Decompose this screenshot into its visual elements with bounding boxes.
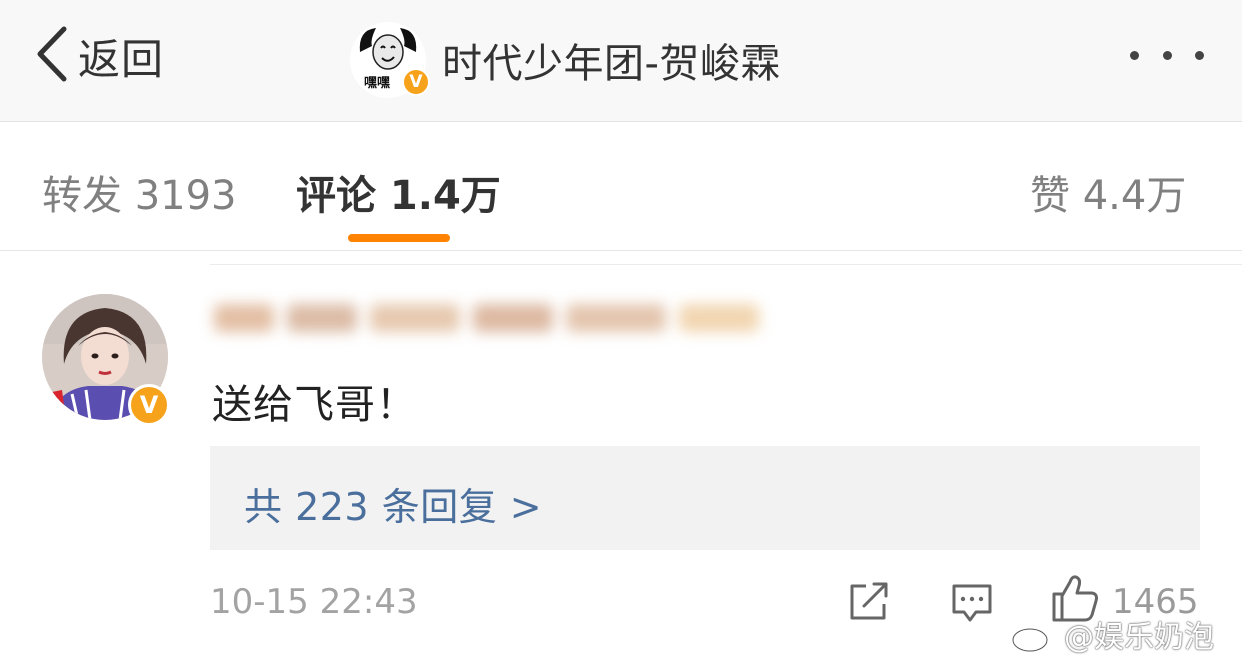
comment-body: 送给飞哥！ [212, 382, 417, 428]
tab-reposts[interactable]: 转发 3193 [42, 163, 237, 221]
back-button[interactable]: 返回 [34, 26, 164, 86]
weibo-logo-icon [1011, 618, 1056, 653]
account-header[interactable]: 嘿嘿 V 时代少年团-贺峻霖 [350, 20, 781, 100]
verified-badge-icon: V [402, 68, 430, 96]
navigation-bar: 返回 嘿嘿 V 时代少年团-贺峻霖 [0, 0, 1242, 122]
back-label: 返回 [78, 34, 165, 84]
comment-timestamp: 10-15 22:43 [210, 582, 418, 622]
tab-bar: 转发 3193 评论 1.4万 赞 4.4万 [0, 123, 1242, 251]
comment-icon[interactable] [948, 580, 996, 624]
more-button[interactable] [1130, 40, 1204, 70]
view-replies-button[interactable]: 共 223 条回复 > [210, 446, 1200, 550]
replies-link[interactable]: 共 223 条回复 > [244, 476, 542, 531]
tab-likes[interactable]: 赞 4.4万 [1030, 163, 1186, 221]
watermark: @娱乐奶泡 [1010, 612, 1214, 656]
divider [210, 264, 1242, 265]
more-dots-icon [1130, 50, 1139, 60]
page-title: 时代少年团-贺峻霖 [442, 41, 781, 87]
tab-comments[interactable]: 评论 1.4万 [296, 163, 501, 221]
more-dots-icon [1162, 50, 1172, 60]
share-icon[interactable] [846, 580, 894, 624]
active-tab-indicator [348, 234, 450, 242]
verified-badge-icon: V [128, 384, 170, 426]
weibo-comment-page: 返回 嘿嘿 V 时代少年团-贺峻霖 转发 3193 评论 1.4万 赞 4.4万… [0, 0, 1242, 662]
commenter-name-blurred[interactable] [214, 304, 790, 340]
more-dots-icon [1195, 50, 1204, 60]
avatar-caption: 嘿嘿 [364, 76, 391, 91]
account-avatar[interactable]: 嘿嘿 V [350, 22, 430, 98]
watermark-text: @娱乐奶泡 [1064, 620, 1214, 655]
chevron-left-icon [34, 25, 70, 87]
